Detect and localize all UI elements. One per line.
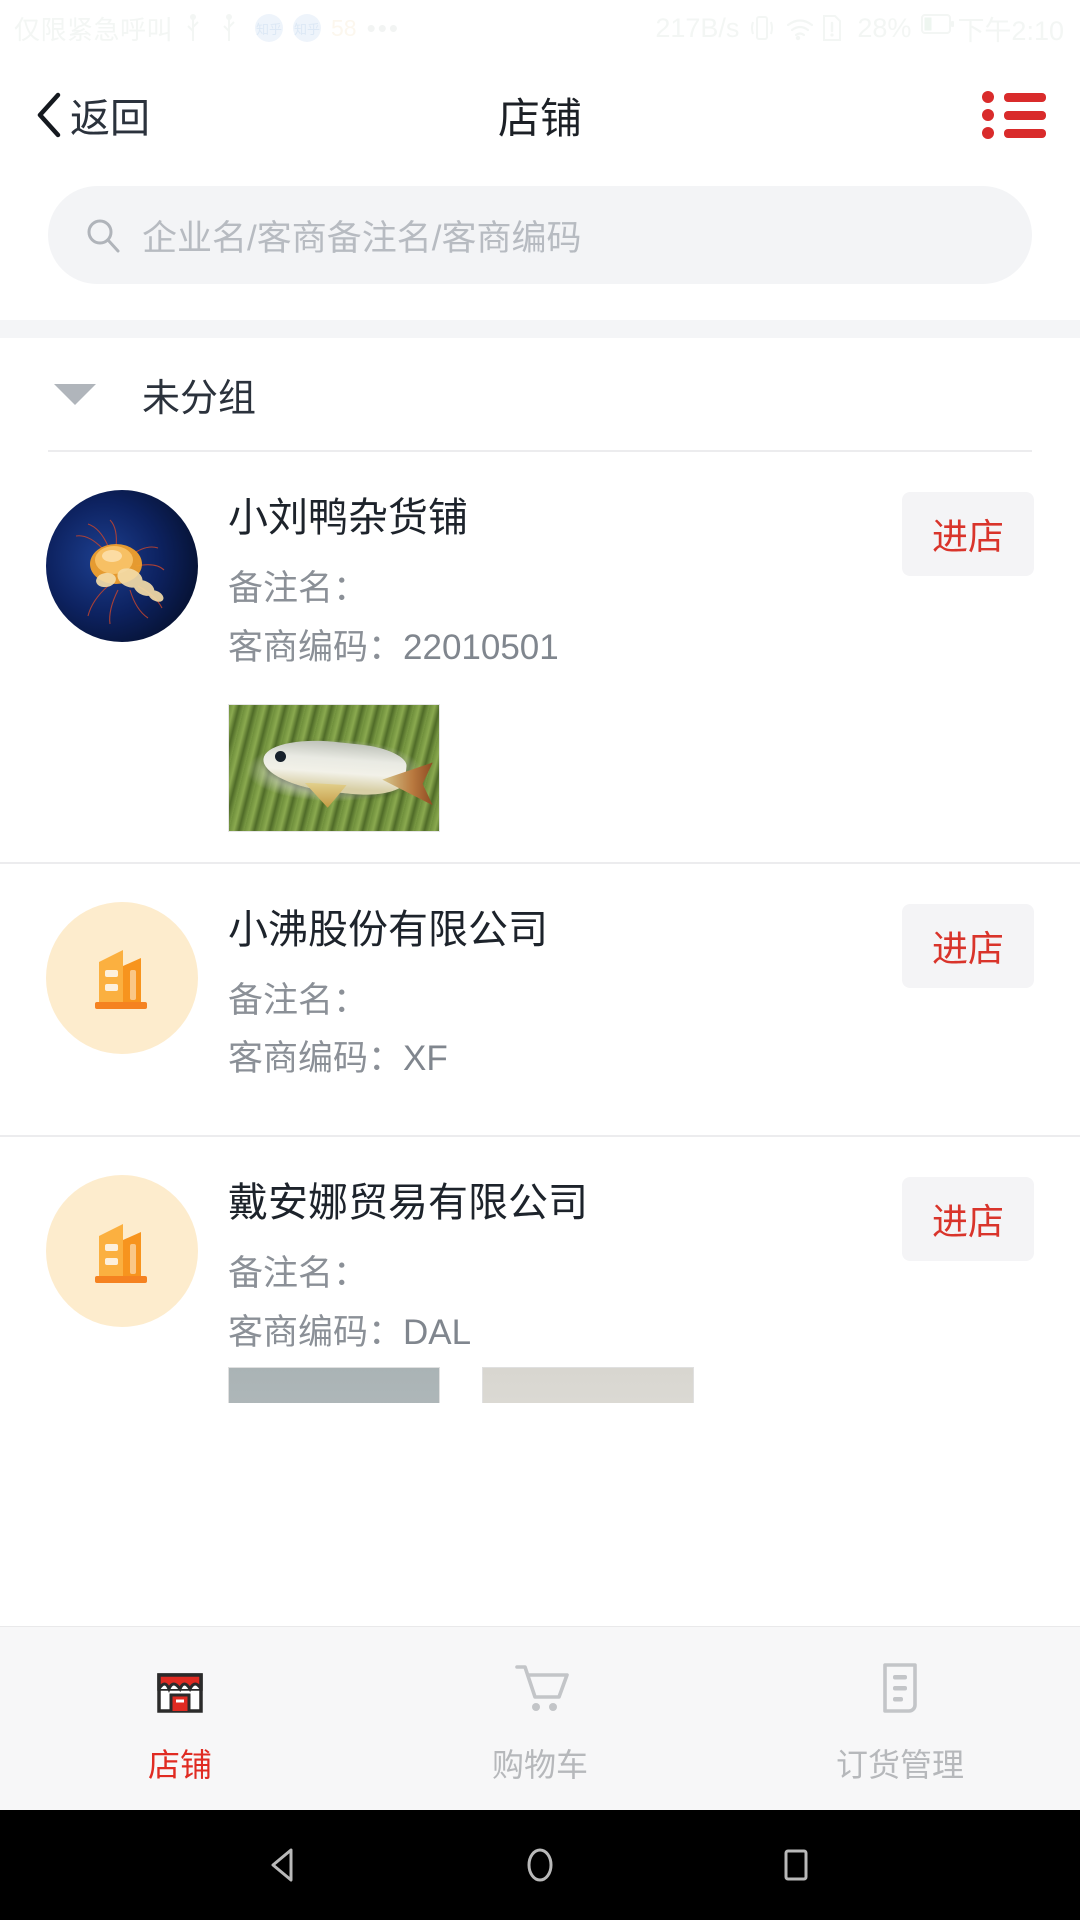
nav-recents-icon[interactable]: [768, 1837, 824, 1893]
store-code-label: 客商编码：: [228, 1312, 404, 1352]
store-list[interactable]: 未分组 小刘鸭杂货铺 备注名： 客商编码：22010501 进店 小沸股份有限公…: [0, 338, 1080, 1626]
tab-cart[interactable]: 购物车: [360, 1652, 720, 1786]
network-speed-label: 217B/s: [655, 12, 740, 43]
notification-count: 58: [331, 14, 357, 41]
store-code-label: 客商编码：: [228, 1039, 404, 1079]
group-title: 未分组: [142, 377, 257, 420]
menu-dot: [982, 109, 994, 121]
enter-store-label: 进店: [931, 927, 1004, 969]
enter-store-button[interactable]: 进店: [901, 903, 1034, 988]
store-info: 小沸股份有限公司 备注名： 客商编码：XF: [228, 902, 902, 1094]
android-nav-bar: [0, 1810, 1080, 1920]
product-thumbnail[interactable]: [228, 703, 440, 832]
carrier-label: 仅限紧急呼叫: [14, 14, 174, 45]
building-icon: [79, 1206, 165, 1297]
search-section: 企业名/客商备注名/客商编码: [0, 174, 1080, 320]
product-thumbnail[interactable]: [482, 1366, 694, 1403]
store-info: 小刘鸭杂货铺 备注名： 客商编码：22010501: [228, 490, 902, 682]
tab-label: 购物车: [491, 1746, 588, 1783]
chevron-down-icon: [54, 383, 96, 405]
menu-line: [1004, 92, 1046, 102]
status-bar: 仅限紧急呼叫 知乎 知乎 58 ••• 217B/s 28% 下午2:10: [0, 0, 1080, 56]
status-bar-right: 217B/s 28% 下午2:10: [655, 9, 1064, 48]
store-remark: 备注名：: [228, 564, 902, 615]
store-name: 戴安娜贸易有限公司: [228, 1181, 588, 1225]
menu-line: [1004, 110, 1046, 120]
menu-dot: [982, 91, 994, 103]
back-button[interactable]: 返回: [34, 86, 150, 144]
sim-alert-icon: [821, 13, 847, 43]
menu-line: [1004, 128, 1046, 138]
menu-row: [982, 91, 1046, 103]
store-name: 小沸股份有限公司: [228, 907, 548, 952]
store-code-value: DAL: [403, 1312, 472, 1352]
page-header: 返回 店铺: [0, 56, 1080, 174]
enter-store-label: 进店: [931, 516, 1004, 557]
store-list-item[interactable]: 戴安娜贸易有限公司 备注名： 客商编码：DAL 进店: [0, 1137, 1080, 1367]
enter-store-label: 进店: [931, 1201, 1004, 1242]
search-icon: [84, 216, 122, 254]
page-title: 店铺: [497, 94, 582, 142]
store-remark-label: 备注名：: [228, 980, 369, 1020]
usb-icon: [219, 13, 245, 43]
building-icon: [79, 932, 165, 1023]
app-screen: 仅限紧急呼叫 知乎 知乎 58 ••• 217B/s 28% 下午2:10 返回…: [0, 0, 1080, 1920]
status-bar-left: 仅限紧急呼叫 知乎 知乎 58 •••: [14, 10, 400, 47]
bottom-tab-bar: 店铺 购物车 订货管理: [0, 1626, 1080, 1810]
wifi-icon: [785, 13, 814, 43]
store-name: 小刘鸭杂货铺: [228, 496, 468, 540]
store-code: 客商编码：22010501: [228, 623, 902, 674]
app-badge-icon: 知乎: [255, 14, 284, 42]
chevron-left-icon: [34, 92, 64, 138]
nav-home-icon[interactable]: [512, 1837, 568, 1893]
store-remark: 备注名：: [228, 1249, 902, 1300]
store-avatar-placeholder: [46, 1175, 198, 1327]
battery-icon: [921, 13, 955, 43]
shop-icon: [144, 1652, 216, 1724]
usb-icon: [183, 13, 209, 43]
store-code: 客商编码：DAL: [228, 1308, 902, 1359]
tab-label: 店铺: [147, 1746, 212, 1783]
store-list-item[interactable]: 小刘鸭杂货铺 备注名： 客商编码：22010501 进店: [0, 452, 1080, 682]
tab-shop[interactable]: 店铺: [0, 1652, 360, 1786]
section-divider: [0, 320, 1080, 338]
tab-label: 订货管理: [835, 1746, 964, 1783]
fish-fin: [304, 782, 347, 808]
cart-icon: [504, 1652, 576, 1724]
store-avatar-photo: [46, 490, 198, 642]
clock-label: 下午2:10: [957, 15, 1064, 46]
list-menu-icon[interactable]: [982, 87, 1046, 143]
store-avatar-placeholder: [46, 901, 198, 1054]
store-code: 客商编码：XF: [228, 1034, 902, 1085]
menu-row: [982, 127, 1046, 139]
back-label: 返回: [70, 97, 150, 141]
store-list-item[interactable]: 小沸股份有限公司 备注名： 客商编码：XF 进店: [0, 863, 1080, 1135]
more-icon: •••: [366, 12, 400, 43]
vibrate-icon: [749, 13, 775, 43]
battery-percent-label: 28%: [857, 12, 912, 43]
order-list-icon: [864, 1652, 936, 1724]
store-info: 戴安娜贸易有限公司 备注名： 客商编码：DAL: [228, 1175, 902, 1367]
product-thumbnail[interactable]: [228, 1366, 440, 1403]
menu-row: [982, 109, 1046, 121]
enter-store-button[interactable]: 进店: [901, 1177, 1034, 1261]
store-remark-label: 备注名：: [228, 569, 369, 608]
store-code-value: XF: [403, 1039, 448, 1079]
store-product-strip: [0, 1366, 1080, 1403]
search-placeholder: 企业名/客商备注名/客商编码: [142, 218, 582, 258]
store-remark-label: 备注名：: [228, 1254, 369, 1293]
menu-dot: [982, 127, 994, 139]
enter-store-button[interactable]: 进店: [901, 492, 1034, 576]
store-code-label: 客商编码：: [228, 627, 404, 667]
tab-order-management[interactable]: 订货管理: [720, 1652, 1080, 1786]
nav-back-icon[interactable]: [256, 1837, 312, 1893]
store-remark: 备注名：: [228, 976, 902, 1027]
app-badge-icon: 知乎: [293, 14, 322, 42]
store-code-value: 22010501: [403, 627, 559, 667]
search-input[interactable]: 企业名/客商备注名/客商编码: [48, 186, 1032, 284]
store-product-strip: [0, 681, 1080, 862]
group-header-ungrouped[interactable]: 未分组: [0, 338, 1080, 450]
